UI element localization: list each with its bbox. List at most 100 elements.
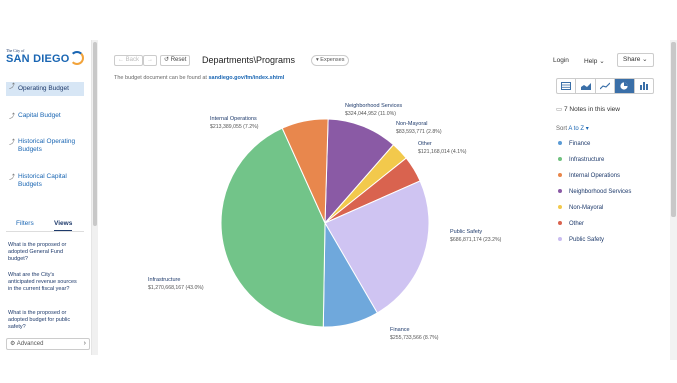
legend-dot-icon (558, 173, 562, 178)
slice-value: $121,168,014 (4.1%) (418, 149, 467, 155)
sidebar-item-capital-budget[interactable]: ⤴ Capital Budget (6, 112, 84, 120)
legend-dot-icon (558, 237, 562, 242)
sidebar-item-label: Capital Budget (18, 112, 61, 119)
top-bar (0, 0, 677, 40)
legend-item[interactable]: Public Safety (558, 237, 604, 243)
share-button[interactable]: Share ⌄ (617, 53, 654, 67)
slice-value: $255,733,566 (8.7%) (390, 335, 439, 341)
sidebar: The City of SAN DIEGO ⤴ Operating Budget… (0, 40, 92, 355)
saved-question-link[interactable]: What is the proposed or adopted General … (8, 242, 82, 263)
sidebar-scrollbar[interactable] (92, 40, 98, 355)
filter-chip-label: Expenses (320, 57, 345, 63)
area-chart-button[interactable] (576, 79, 596, 93)
table-view-button[interactable] (557, 79, 577, 93)
trend-icon: ⤴ (9, 140, 16, 146)
chevron-down-icon: ⌄ (642, 56, 648, 63)
slice-label: Internal Operations (210, 116, 257, 122)
trend-icon: ⤴ (9, 175, 16, 181)
sidebar-item-historical-operating[interactable]: ⤴ Historical Operating Budgets (6, 138, 84, 154)
page-title: Departments\Programs (202, 55, 296, 65)
legend-label: Public Safety (569, 237, 605, 243)
budget-note: The budget document can be found at sand… (114, 75, 284, 81)
legend-item[interactable]: Other (558, 221, 584, 227)
trend-icon: ⤴ (9, 114, 16, 120)
reset-label: Reset (170, 57, 187, 63)
legend-item[interactable]: Infrastructure (558, 157, 604, 163)
reset-icon: ↺ (164, 57, 170, 63)
login-link[interactable]: Login (553, 57, 569, 64)
logo-swoosh-icon (70, 51, 84, 65)
forward-button[interactable]: → (143, 55, 157, 66)
saved-question-link[interactable]: What are the City's anticipated revenue … (8, 272, 82, 293)
legend-label: Neighborhood Services (569, 189, 632, 195)
sidebar-item-operating-budget[interactable]: ⤴ Operating Budget (6, 82, 84, 96)
back-label: Back (125, 57, 140, 63)
advanced-button[interactable]: ⚙ Advanced › (6, 338, 90, 350)
legend-dot-icon (558, 141, 562, 146)
slice-label: Infrastructure (148, 277, 180, 283)
slice-label: Non-Mayoral (396, 121, 427, 127)
legend-label: Infrastructure (569, 157, 605, 163)
legend-dot-icon (558, 189, 562, 194)
budget-note-text: The budget document can be found at (114, 75, 207, 81)
legend-label: Finance (569, 141, 591, 147)
scrollbar-thumb[interactable] (93, 42, 97, 226)
sidebar-item-label: Historical Operating Budgets (18, 138, 76, 153)
legend-item[interactable]: Internal Operations (558, 173, 620, 179)
filter-chip[interactable]: ▾ Expenses (311, 55, 350, 66)
budget-document-link[interactable]: sandiego.gov/fm/index.shtml (209, 75, 285, 81)
legend-dot-icon (558, 205, 562, 210)
tab-filters[interactable]: Filters (16, 220, 34, 227)
sidebar-tabs: Filters Views (6, 218, 84, 232)
bar-chart-button[interactable] (635, 79, 653, 93)
help-menu[interactable]: Help ⌄ (584, 57, 605, 65)
slice-value: $83,593,771 (2.8%) (396, 129, 442, 135)
legend-label: Internal Operations (569, 173, 621, 179)
advanced-label: Advanced (16, 341, 44, 347)
sort-control[interactable]: Sort A to Z ▾ (556, 125, 589, 132)
tab-views[interactable]: Views (54, 220, 73, 231)
chevron-right-icon: › (83, 340, 86, 347)
slice-value: $213,389,055 (7.2%) (210, 124, 259, 130)
table-icon (561, 82, 572, 90)
slice-label: Other (418, 141, 432, 147)
trend-icon: ⤴ (9, 84, 16, 90)
legend-dot-icon (558, 221, 562, 226)
sidebar-item-label: Historical Capital Budgets (18, 173, 67, 188)
sidebar-item-label: Operating Budget (18, 85, 69, 92)
slice-label: Neighborhood Services (345, 103, 402, 109)
sidebar-item-historical-capital[interactable]: ⤴ Historical Capital Budgets (6, 173, 84, 189)
legend-label: Non-Mayoral (569, 205, 604, 211)
notes-icon: ▭ (556, 106, 563, 113)
area-chart-icon (580, 83, 591, 90)
slice-value: $324,044,952 (11.0%) (345, 111, 396, 117)
slice-label: Finance (390, 327, 410, 333)
city-logo[interactable]: The City of SAN DIEGO (6, 48, 86, 70)
sort-value: A to Z (568, 126, 585, 132)
logo-san-diego: SAN DIEGO (6, 53, 70, 65)
notes-count[interactable]: ▭ 7 Notes in this view (556, 105, 620, 113)
pie-chart-icon (620, 82, 629, 90)
pie-chart-button[interactable] (615, 79, 635, 93)
share-label: Share (623, 56, 641, 63)
line-chart-button[interactable] (596, 79, 616, 93)
gear-icon: ⚙ (10, 341, 16, 347)
bar-chart-icon (639, 82, 648, 90)
legend-item[interactable]: Neighborhood Services (558, 189, 631, 195)
line-chart-icon (600, 82, 611, 90)
scrollbar-thumb[interactable] (671, 42, 676, 217)
sort-prefix: Sort (556, 126, 568, 132)
slice-label: Public Safety (450, 229, 482, 235)
legend-item[interactable]: Non-Mayoral (558, 205, 603, 211)
chevron-down-icon: ⌄ (599, 58, 605, 65)
back-button[interactable]: ← Back (114, 55, 144, 66)
slice-value: $686,871,174 (23.2%) (450, 237, 502, 243)
filter-icon: ▾ (316, 57, 319, 63)
page-scrollbar[interactable] (670, 40, 677, 360)
notes-label: 7 Notes in this view (563, 106, 620, 113)
saved-question-link[interactable]: What is the proposed or adopted budget f… (8, 310, 82, 331)
pie-chart: Neighborhood Services $324,044,952 (11.0%… (148, 103, 502, 341)
reset-button[interactable]: ↺ Reset (160, 55, 191, 66)
legend-dot-icon (558, 157, 562, 162)
legend-item[interactable]: Finance (558, 141, 590, 147)
